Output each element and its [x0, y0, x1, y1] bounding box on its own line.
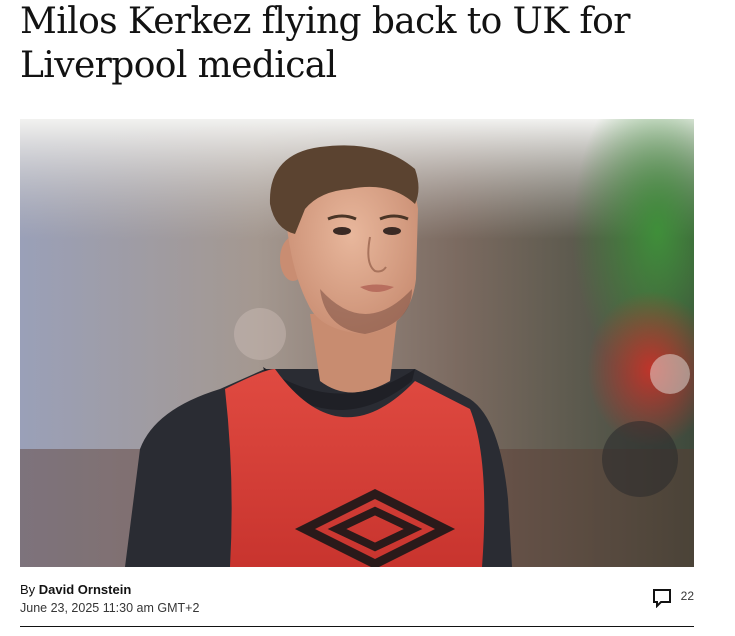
- byline-prefix: By: [20, 582, 36, 597]
- comment-count[interactable]: 22: [681, 589, 694, 603]
- player-photo: [20, 119, 694, 567]
- author-link[interactable]: David Ornstein: [39, 582, 131, 597]
- comments-button[interactable]: 22: [652, 588, 694, 612]
- byline-row: By David Ornstein June 23, 2025 11:30 am…: [20, 582, 694, 622]
- divider: [20, 626, 694, 627]
- article-headline: Milos Kerkez flying back to UK for Liver…: [20, 1, 630, 86]
- article-hero-image[interactable]: [20, 119, 694, 567]
- publish-timestamp: June 23, 2025 11:30 am GMT+2: [20, 601, 200, 615]
- speech-bubble-icon[interactable]: [652, 588, 672, 608]
- byline: By David Ornstein: [20, 582, 131, 598]
